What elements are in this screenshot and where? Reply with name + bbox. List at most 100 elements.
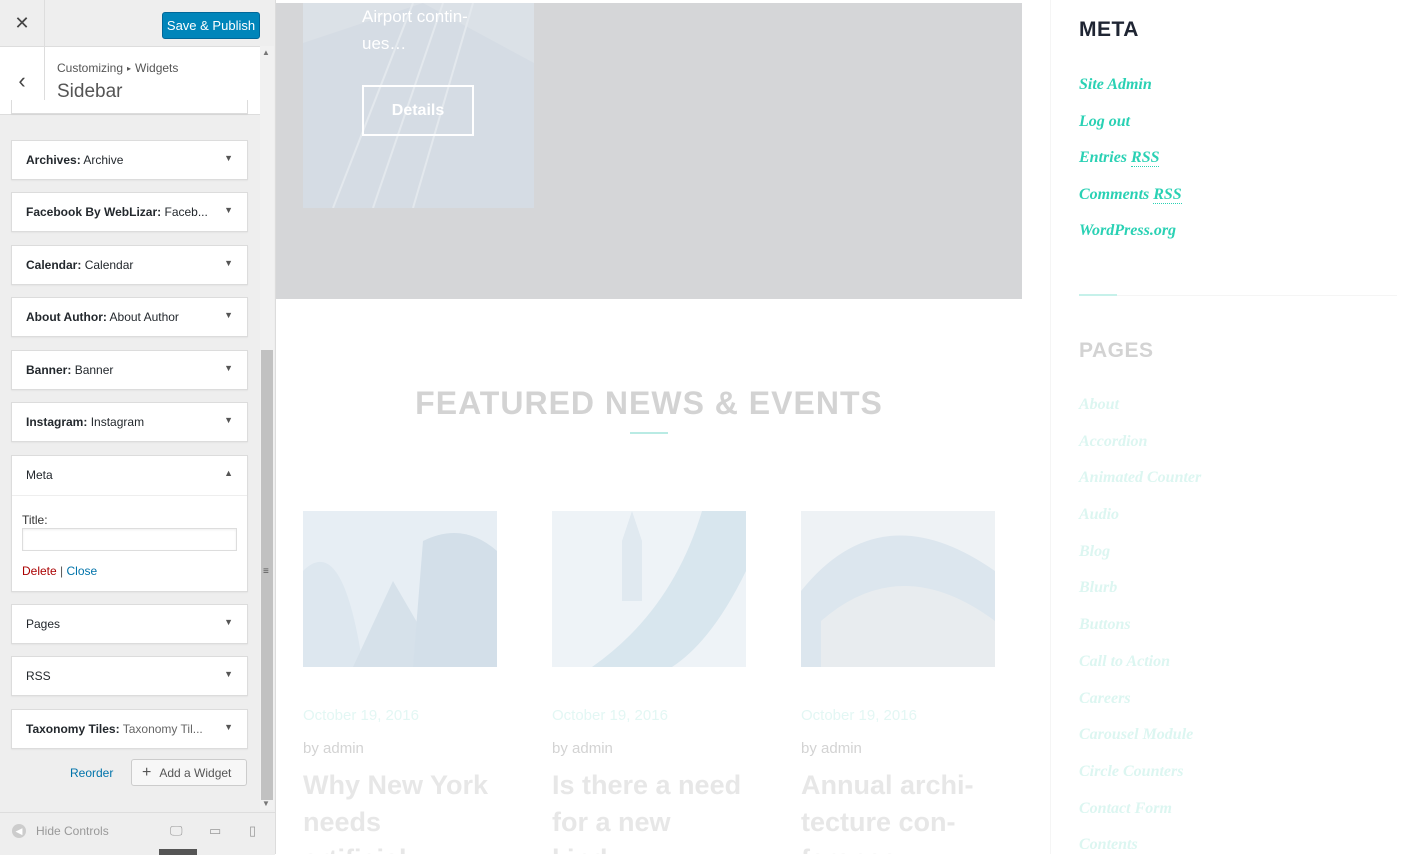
meta-link-wordpress-org[interactable]: WordPress.org: [1079, 222, 1182, 259]
widget-label: Pages: [26, 617, 61, 631]
breadcrumb-item: Widgets: [135, 61, 179, 75]
widget-banner[interactable]: Banner: Banner ▼: [11, 350, 248, 390]
post-date[interactable]: October 19, 2016: [552, 707, 668, 724]
post-card[interactable]: October 19, 2016 by admin Is there a nee…: [552, 511, 746, 854]
hide-controls-button[interactable]: ◀ Hide Controls: [12, 824, 109, 838]
expand-arrow-icon[interactable]: ▼: [224, 153, 233, 163]
widget-label: About Author: About Author: [26, 310, 179, 324]
close-link[interactable]: Close: [67, 564, 98, 578]
post-title[interactable]: Why New York needs artificial...: [303, 767, 497, 854]
widget-actions: Delete | Close: [22, 564, 97, 578]
post-card[interactable]: October 19, 2016 by admin Why New York n…: [303, 511, 497, 854]
expand-arrow-icon[interactable]: ▼: [224, 415, 233, 425]
featured-heading: FEATURED NEWS & EVENTS: [415, 385, 883, 421]
post-thumbnail[interactable]: [303, 511, 497, 667]
widget-about-author[interactable]: About Author: About Author ▼: [11, 297, 248, 337]
widget-instagram[interactable]: Instagram: Instagram ▼: [11, 402, 248, 442]
scroll-up-icon[interactable]: ▲: [262, 48, 270, 57]
breadcrumb-separator: ▸: [127, 64, 132, 73]
post-author[interactable]: by admin: [552, 740, 613, 757]
widget-label: RSS: [26, 669, 51, 683]
widget-label: Archives: Archive: [26, 153, 124, 167]
post-title[interactable]: Is there a need for a new kind...: [552, 767, 746, 854]
hero-excerpt: Airport contin- ues…: [362, 7, 468, 53]
expand-arrow-icon[interactable]: ▼: [224, 363, 233, 373]
page-link[interactable]: Contact Form: [1079, 800, 1201, 837]
delete-link[interactable]: Delete: [22, 564, 57, 578]
widget-label: Meta: [26, 468, 53, 482]
customizer-header: ✕ Save & Publish: [0, 0, 260, 47]
widget-calendar[interactable]: Calendar: Calendar ▼: [11, 245, 248, 285]
widget-meta-expanded[interactable]: Meta ▲ Title: Delete | Close: [11, 455, 248, 592]
widget-label: Banner: Banner: [26, 363, 114, 377]
divider: [12, 495, 247, 496]
mobile-preview-icon[interactable]: ▯: [249, 823, 256, 839]
details-button[interactable]: Details: [362, 85, 474, 136]
customizer-panel: ✕ Save & Publish ‹ Customizing ▸ Widgets S…: [0, 0, 276, 855]
desktop-preview-icon[interactable]: 🖵: [170, 823, 183, 839]
meta-links-list: Site Admin Log out Entries RSS Comments …: [1079, 76, 1182, 259]
page-link[interactable]: Contents: [1079, 836, 1201, 854]
post-date[interactable]: October 19, 2016: [801, 707, 917, 724]
page-link[interactable]: Blurb: [1079, 579, 1201, 616]
expand-arrow-icon[interactable]: ▼: [224, 205, 233, 215]
grip-icon: ≡: [263, 566, 269, 577]
meta-widget-heading: META: [1079, 18, 1139, 41]
expand-arrow-icon[interactable]: ▼: [224, 617, 233, 627]
title-input[interactable]: [22, 528, 237, 551]
reorder-link[interactable]: Reorder: [70, 766, 113, 780]
title-field-label: Title:: [22, 513, 48, 527]
page-link[interactable]: Blog: [1079, 543, 1201, 580]
expand-arrow-icon[interactable]: ▼: [224, 722, 233, 732]
page-link[interactable]: Accordion: [1079, 433, 1201, 470]
tablet-preview-icon[interactable]: ▭: [209, 823, 221, 839]
widget-pages[interactable]: Pages ▼: [11, 604, 248, 644]
save-publish-button[interactable]: Save & Publish: [162, 12, 260, 39]
widget-archives[interactable]: Archives: Archive ▼: [11, 140, 248, 180]
post-author[interactable]: by admin: [303, 740, 364, 757]
post-title[interactable]: Annual archi- tecture con- ference...: [801, 767, 995, 854]
post-author[interactable]: by admin: [801, 740, 862, 757]
meta-link-log-out[interactable]: Log out: [1079, 113, 1182, 150]
add-widget-button[interactable]: + Add a Widget: [131, 759, 247, 786]
meta-link-entries-rss[interactable]: Entries RSS: [1079, 149, 1182, 186]
page-link[interactable]: Animated Counter: [1079, 469, 1201, 506]
expand-arrow-icon[interactable]: ▼: [224, 669, 233, 679]
site-preview: Airport contin- ues… Details FEATURED NE…: [276, 0, 1419, 854]
rss-abbreviation: RSS: [1153, 185, 1182, 204]
pages-widget-heading: PAGES: [1079, 339, 1154, 362]
collapse-arrow-icon[interactable]: ▲: [224, 468, 233, 478]
hero-section: Airport contin- ues… Details: [276, 2, 1022, 299]
widget-divider: [1079, 294, 1117, 296]
expand-arrow-icon[interactable]: ▼: [224, 258, 233, 268]
page-link[interactable]: Audio: [1079, 506, 1201, 543]
widget-rss[interactable]: RSS ▼: [11, 656, 248, 696]
page-link[interactable]: Call to Action: [1079, 653, 1201, 690]
expand-arrow-icon[interactable]: ▼: [224, 310, 233, 320]
meta-link-site-admin[interactable]: Site Admin: [1079, 76, 1182, 113]
widget-divider-line: [1117, 295, 1397, 296]
add-widget-label: Add a Widget: [159, 765, 232, 780]
close-icon[interactable]: ✕: [0, 0, 45, 46]
site-sidebar: META Site Admin Log out Entries RSS Comm…: [1050, 0, 1419, 854]
post-date[interactable]: October 19, 2016: [303, 707, 419, 724]
widget-label: Instagram: Instagram: [26, 415, 145, 429]
meta-link-comments-rss[interactable]: Comments RSS: [1079, 185, 1182, 223]
page-link[interactable]: About: [1079, 396, 1201, 433]
widget-partial[interactable]: [11, 100, 248, 114]
page-link[interactable]: Carousel Module: [1079, 726, 1201, 763]
post-thumbnail[interactable]: [801, 511, 995, 667]
page-link[interactable]: Circle Counters: [1079, 763, 1201, 800]
collapse-icon: ◀: [12, 824, 26, 838]
widget-facebook[interactable]: Facebook By WebLizar: Faceb... ▼: [11, 192, 248, 232]
page-link[interactable]: Careers: [1079, 690, 1201, 727]
breadcrumb: Customizing ▸ Widgets: [57, 61, 178, 75]
scroll-down-icon[interactable]: ▼: [262, 799, 270, 808]
post-card[interactable]: October 19, 2016 by admin Annual archi- …: [801, 511, 995, 854]
widget-taxonomy-tiles[interactable]: Taxonomy Tiles: Taxonomy Til... ▼: [11, 709, 248, 749]
post-thumbnail[interactable]: [552, 511, 746, 667]
scroll-thumb[interactable]: ≡: [261, 350, 273, 800]
widget-label: Taxonomy Tiles: Taxonomy Til...: [26, 722, 203, 736]
panel-scrollbar[interactable]: ▲ ≡ ▼: [260, 46, 274, 810]
page-link[interactable]: Buttons: [1079, 616, 1201, 653]
